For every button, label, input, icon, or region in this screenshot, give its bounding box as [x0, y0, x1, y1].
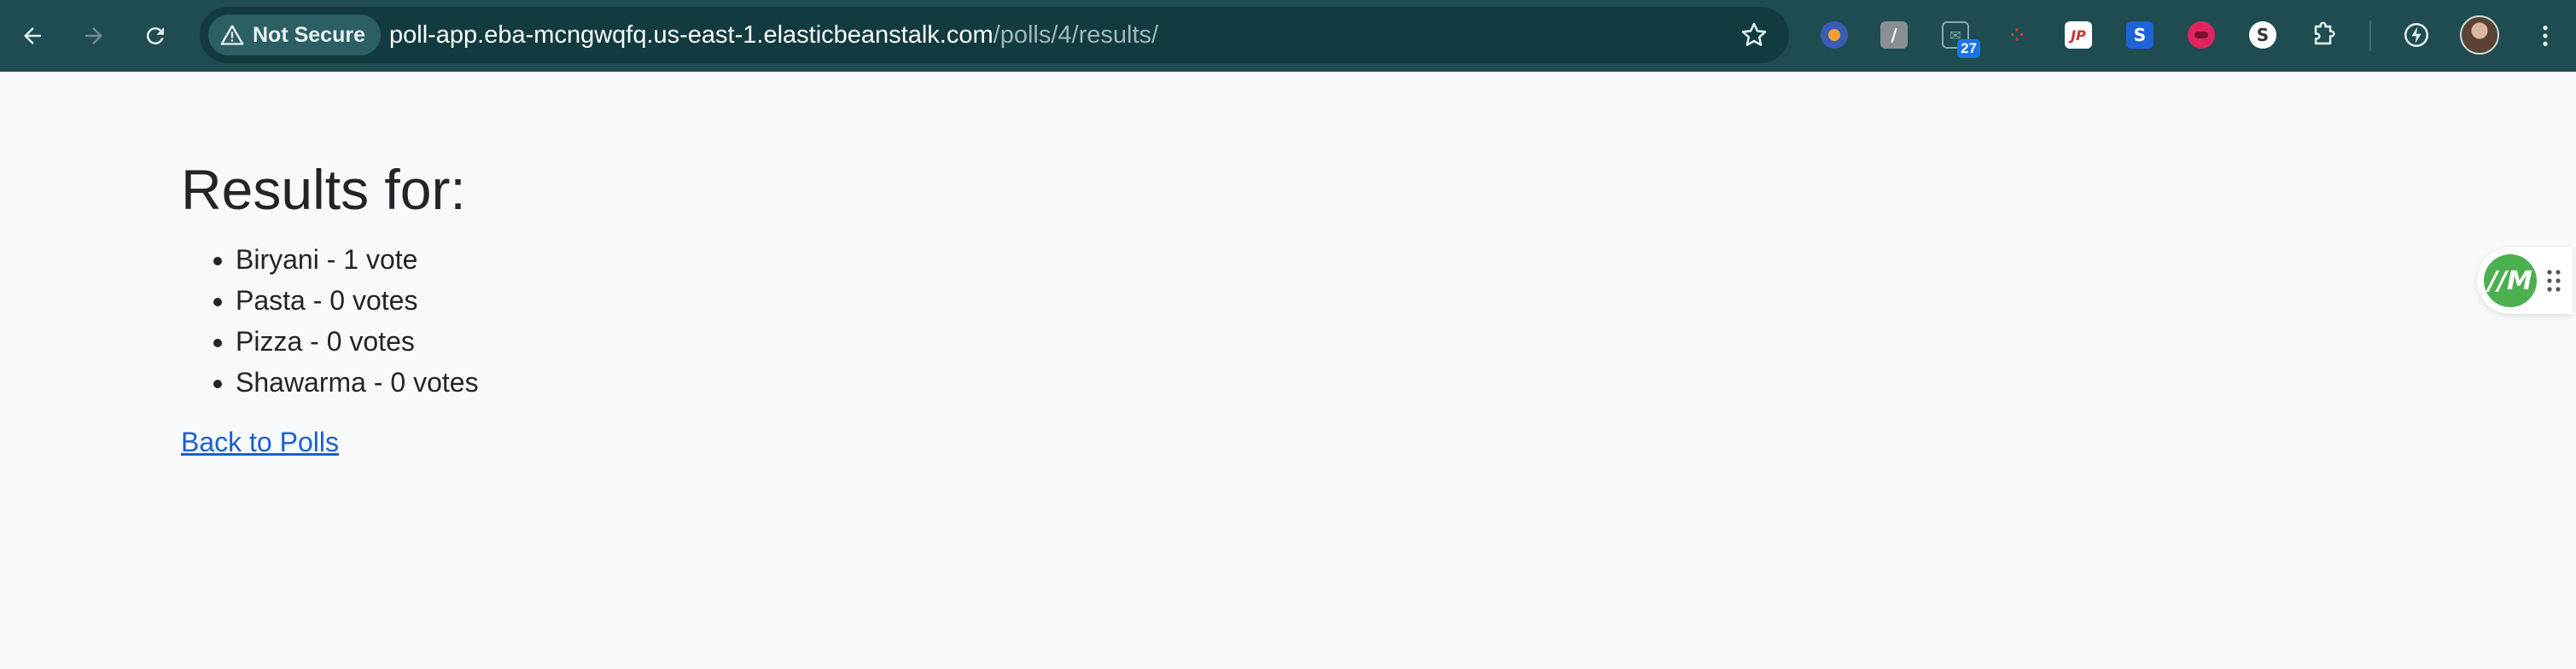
performance-button[interactable]: [2398, 17, 2434, 53]
profile-avatar[interactable]: [2460, 15, 2499, 55]
back-to-polls-link[interactable]: Back to Polls: [181, 427, 339, 458]
warning-triangle-icon: [220, 25, 244, 45]
s-circle-extension-icon: S: [2249, 21, 2276, 49]
extension-8[interactable]: S: [2245, 17, 2281, 53]
extension-mail[interactable]: ✉ 27: [1938, 17, 1980, 58]
floating-widget[interactable]: //M: [2477, 247, 2573, 314]
reload-icon: [146, 27, 164, 45]
page-title: Results for:: [181, 158, 466, 221]
result-item: Pasta - 0 votes: [236, 280, 479, 321]
extensions-button[interactable]: [2306, 17, 2342, 53]
forward-button[interactable]: [73, 15, 114, 56]
widget-logo-icon[interactable]: //M: [2484, 254, 2537, 307]
arrow-left-icon: [24, 27, 41, 44]
three-dots-vertical-icon: [2543, 26, 2548, 46]
extension-2[interactable]: /: [1876, 17, 1912, 53]
security-chip[interactable]: Not Secure: [208, 15, 381, 55]
slash-extension-icon: /: [1880, 21, 1908, 49]
browser-toolbar: Not Secure poll-app.eba-mcngwqfq.us-east…: [0, 0, 2576, 72]
jp-extension-icon: JP: [2065, 21, 2092, 49]
back-button[interactable]: [12, 15, 53, 56]
result-item: Biryani - 1 vote: [236, 239, 479, 280]
extension-4[interactable]: ⁘: [1999, 17, 2035, 53]
result-item: Pizza - 0 votes: [236, 321, 479, 362]
url-host: poll-app.eba-mcngwqfq.us-east-1.elasticb…: [389, 21, 994, 49]
extension-badge: 27: [1957, 39, 1980, 58]
dice-extension-icon: ⁘: [2009, 25, 2025, 45]
reload-button[interactable]: [135, 15, 176, 56]
result-item: Shawarma - 0 votes: [236, 362, 479, 403]
extension-1[interactable]: [1816, 17, 1852, 53]
url-path: /polls/4/results/: [993, 21, 1159, 49]
extension-7[interactable]: [2183, 17, 2219, 53]
arrow-right-icon: [85, 27, 102, 44]
shield-extension-icon: [1821, 21, 1848, 49]
url-text[interactable]: poll-app.eba-mcngwqfq.us-east-1.elasticb…: [389, 7, 1158, 63]
lips-extension-icon: [2188, 21, 2215, 49]
bookmark-star-icon[interactable]: [1740, 20, 1769, 49]
toolbar-divider: [2369, 20, 2371, 51]
security-label: Not Secure: [253, 22, 365, 47]
puzzle-icon: [2314, 21, 2335, 45]
results-list: Biryani - 1 vote Pasta - 0 votes Pizza -…: [236, 239, 479, 403]
drag-handle-icon[interactable]: [2545, 268, 2562, 294]
lightning-circle-icon: [2404, 22, 2429, 48]
address-bar[interactable]: Not Secure poll-app.eba-mcngwqfq.us-east…: [200, 7, 1789, 63]
extension-6[interactable]: S: [2122, 17, 2158, 53]
s-blue-extension-icon: S: [2126, 21, 2153, 49]
extension-5[interactable]: JP: [2060, 17, 2096, 53]
browser-menu-button[interactable]: [2526, 15, 2564, 56]
